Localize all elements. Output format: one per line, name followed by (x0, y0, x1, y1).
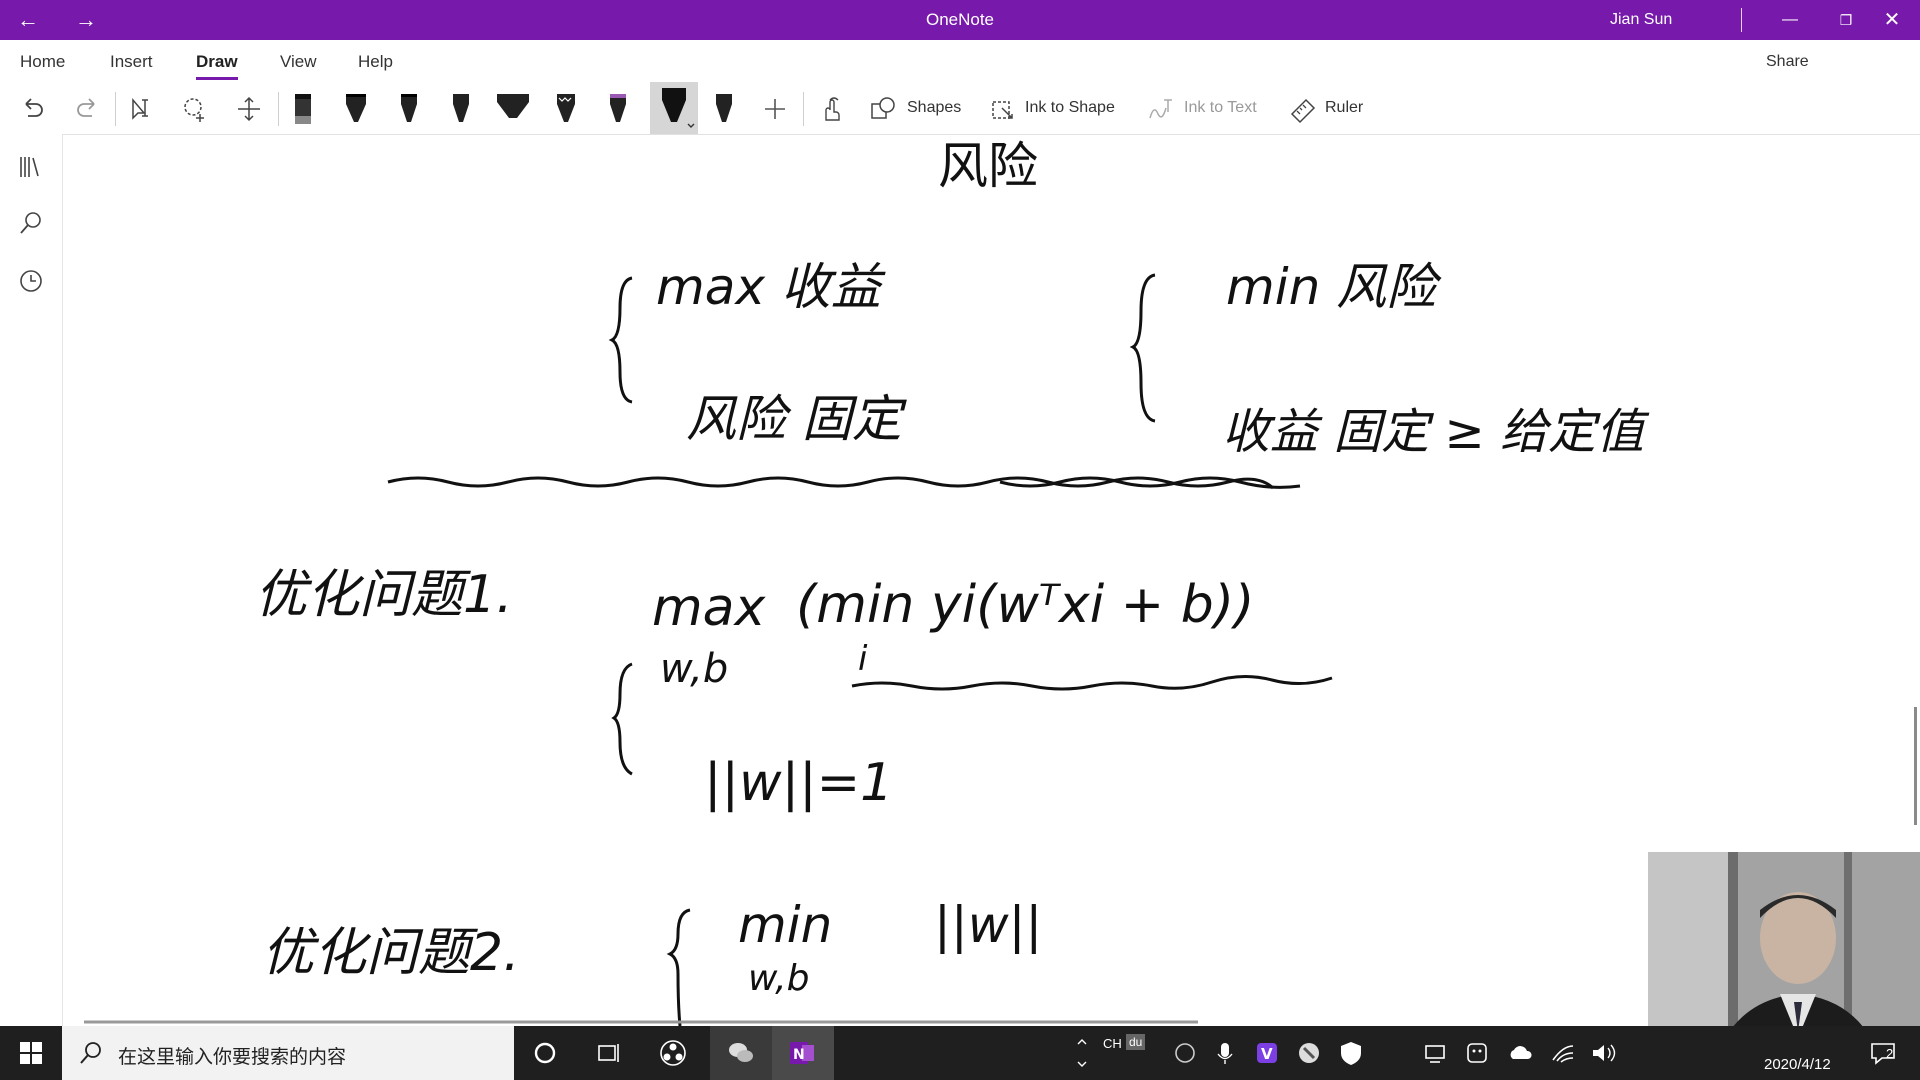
problem1-max-subscript: w,b (660, 646, 728, 692)
pen-selected-icon[interactable] (650, 82, 698, 134)
ink-layer: 风险 max 收益 风险 固定 min 风险 收益 固定 ≥ 给定值 优化问题1… (84, 137, 1650, 1026)
taskbar-search-box[interactable]: 在这里输入你要搜索的内容 (62, 1026, 514, 1080)
tab-help[interactable]: Help (358, 52, 393, 72)
tab-draw[interactable]: Draw (196, 52, 238, 80)
ink-title: 风险 (938, 137, 1038, 195)
problem2-min-subscript: w,b (748, 958, 809, 999)
toolbar-separator (278, 92, 279, 126)
vertical-scrollbar[interactable] (1914, 707, 1917, 825)
taskbar-date[interactable]: 2020/4/12 (1764, 1056, 1831, 1073)
navigation-rail (0, 134, 63, 1026)
title-separator (1741, 8, 1742, 32)
tab-home[interactable]: Home (20, 52, 65, 72)
pen-black-icon[interactable] (336, 90, 376, 130)
taskbar-search-placeholder: 在这里输入你要搜索的内容 (118, 1047, 347, 1068)
cortana-icon[interactable] (530, 1038, 560, 1068)
ruler-icon[interactable] (1288, 94, 1318, 124)
volume-icon[interactable] (1588, 1038, 1618, 1068)
problem1-underline (851, 675, 1333, 691)
problem1-constraint: ||w||=1 (704, 753, 893, 813)
undo-icon[interactable] (18, 94, 48, 124)
wechat-taskbar-button[interactable] (710, 1026, 772, 1080)
obs-icon[interactable] (658, 1038, 688, 1068)
taskbar-overflow-scroll-icon[interactable] (1074, 1032, 1090, 1074)
ime-mode[interactable]: du (1126, 1034, 1146, 1050)
problem2-label: 优化问题2. (262, 923, 520, 983)
search-icon[interactable] (16, 208, 46, 238)
tray-obs-icon[interactable] (1170, 1038, 1200, 1068)
ruler-button[interactable]: Ruler (1325, 99, 1363, 117)
onenote-taskbar-button[interactable]: N (772, 1026, 834, 1080)
close-icon[interactable]: ✕ (1864, 0, 1920, 40)
v-app-icon[interactable]: V (1252, 1038, 1282, 1068)
right-brace-line1: min 风险 (1226, 258, 1442, 316)
notification-icon (1871, 1043, 1895, 1065)
draw-toolbar: Shapes Ink to Shape Ink to Text Ruler (0, 82, 1920, 135)
problem2-expr: ||w|| (934, 896, 1042, 954)
lasso-select-icon[interactable] (180, 94, 210, 124)
redo-icon[interactable] (72, 94, 102, 124)
tab-insert[interactable]: Insert (110, 52, 153, 72)
onedrive-icon[interactable] (1506, 1038, 1536, 1068)
problem2-min: min (738, 896, 832, 954)
right-brace-line2: 收益 固定 ≥ 给定值 (1222, 404, 1650, 460)
svg-text:V: V (1261, 1045, 1273, 1063)
ink-to-text-button[interactable]: Ink to Text (1184, 99, 1257, 117)
security-shield-icon[interactable] (1336, 1038, 1366, 1068)
problem2-brace (666, 908, 691, 1026)
add-pen-icon[interactable] (760, 94, 790, 124)
ink-to-shape-icon[interactable] (988, 94, 1018, 124)
ink-to-shape-button[interactable]: Ink to Shape (1025, 99, 1115, 117)
page-canvas[interactable]: 风险 max 收益 风险 固定 min 风险 收益 固定 ≥ 给定值 优化问题1… (63, 134, 1920, 1026)
remote-desktop-icon[interactable] (1420, 1038, 1450, 1068)
pen-purple-icon[interactable] (598, 90, 638, 130)
notification-count: 2 (1886, 1046, 1894, 1061)
right-brace (1129, 273, 1156, 423)
wechat-icon (729, 1043, 753, 1062)
problem1-max: max (652, 578, 767, 638)
touch-draw-icon[interactable] (816, 94, 846, 124)
toolbar-separator (115, 92, 116, 126)
shapes-icon[interactable] (868, 94, 898, 124)
share-button[interactable]: Share (1766, 53, 1809, 71)
problem1-inner-subscript: i (858, 639, 868, 679)
minimize-icon[interactable]: — (1762, 0, 1818, 40)
ribbon-tabs: Home Insert Draw View Help (0, 40, 1920, 112)
ime-language[interactable]: CH (1103, 1036, 1122, 1051)
taskbar: 在这里输入你要搜索的内容 N CH du V 2020/4/12 2 (0, 1026, 1920, 1080)
task-view-icon[interactable] (594, 1038, 624, 1068)
left-brace-line2: 风险 固定 (686, 390, 907, 448)
toolbar-separator (803, 92, 804, 126)
tray-app-icon[interactable] (1294, 1038, 1324, 1068)
highlighter-wide-icon[interactable] (493, 90, 533, 130)
problem1-label: 优化问题1. (255, 565, 513, 625)
user-name[interactable]: Jian Sun (1610, 0, 1672, 40)
pen-black-3-icon[interactable] (441, 90, 481, 130)
recent-notes-icon[interactable] (16, 266, 46, 296)
problem1-brace (611, 662, 633, 776)
left-brace-line1: max 收益 (656, 258, 886, 316)
type-select-icon[interactable] (128, 94, 158, 124)
microphone-icon[interactable] (1210, 1038, 1240, 1068)
search-icon (80, 1042, 101, 1064)
onenote-icon: N (790, 1042, 814, 1064)
notebooks-icon[interactable] (16, 152, 46, 182)
tray-smiley-icon[interactable] (1462, 1038, 1492, 1068)
windows-start-icon[interactable] (16, 1038, 46, 1068)
pen-pattern-icon[interactable] (546, 90, 586, 130)
add-space-icon[interactable] (234, 94, 264, 124)
notification-center-button[interactable]: 2 (1868, 1040, 1902, 1066)
pen-black-2-icon[interactable] (389, 90, 429, 130)
eraser-icon[interactable] (283, 90, 323, 130)
wifi-icon[interactable] (1548, 1038, 1578, 1068)
pen-black-4-icon[interactable] (704, 90, 744, 130)
shapes-button[interactable]: Shapes (907, 99, 961, 117)
left-brace (608, 276, 633, 404)
title-bar: ← → OneNote Jian Sun — ❐ ✕ (0, 0, 1920, 40)
svg-text:N: N (793, 1047, 805, 1063)
tab-view[interactable]: View (280, 52, 317, 72)
problem1-inner: (min yi(wᵀxi + b)) (796, 575, 1254, 635)
ink-to-text-icon[interactable] (1146, 94, 1176, 124)
